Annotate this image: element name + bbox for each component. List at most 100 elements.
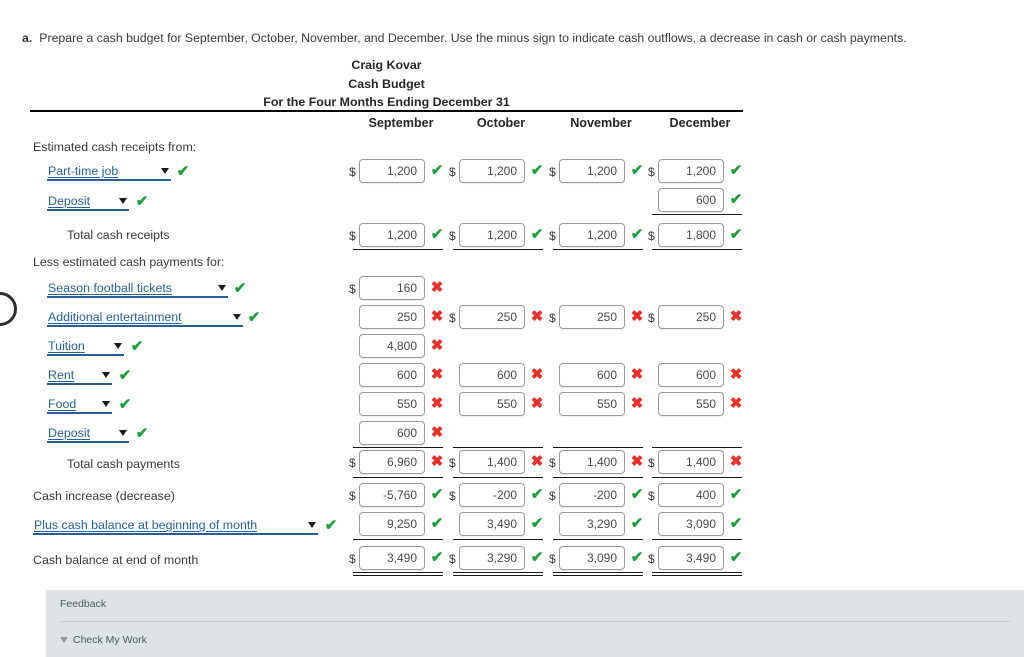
status-icon-correct: ✔ — [729, 515, 743, 532]
currency-symbol: $ — [449, 552, 456, 566]
select-tuition[interactable]: Tuition — [47, 337, 124, 356]
total-payments-rule-september — [353, 477, 443, 478]
column-header-november: November — [570, 116, 632, 130]
input-part-time-job-september[interactable] — [359, 159, 425, 183]
input-plus-cash-balance-november[interactable] — [559, 512, 625, 536]
input-additional-entertainment-december[interactable] — [658, 305, 724, 329]
pre-final-rule-september — [353, 539, 443, 540]
input-food-november[interactable] — [559, 392, 625, 416]
input-part-time-job-december[interactable] — [658, 159, 724, 183]
status-icon-incorrect: ✖ — [430, 424, 444, 441]
final-double-rule-november — [553, 572, 643, 576]
input-total-receipts-october[interactable] — [459, 223, 525, 247]
input-rent-november[interactable] — [559, 363, 625, 387]
status-icon-incorrect: ✖ — [729, 453, 743, 470]
input-food-september[interactable] — [359, 392, 425, 416]
status-icon-incorrect: ✖ — [729, 366, 743, 383]
currency-symbol: $ — [349, 489, 356, 503]
input-deposit-receipt-december[interactable] — [658, 188, 724, 212]
input-tuition-september[interactable] — [359, 334, 425, 358]
currency-symbol: $ — [449, 229, 456, 243]
status-icon-correct: ✔ — [530, 162, 544, 179]
status-icon-correct: ✔ — [430, 486, 444, 503]
input-total-payments-november[interactable] — [559, 450, 625, 474]
input-plus-cash-balance-september[interactable] — [359, 512, 425, 536]
currency-symbol: $ — [648, 165, 655, 179]
input-deposit-payment-september[interactable] — [359, 421, 425, 445]
input-cash-increase-september[interactable] — [359, 483, 425, 507]
total-cash-receipts-label: Total cash receipts — [67, 228, 170, 242]
select-deposit-receipt[interactable]: Deposit — [47, 192, 129, 211]
pre-final-rule-october — [453, 539, 543, 540]
status-icon-incorrect: ✖ — [530, 395, 544, 412]
input-total-receipts-september[interactable] — [359, 223, 425, 247]
select-food[interactable]: Food — [47, 395, 112, 414]
status-icon-correct: ✔ — [530, 486, 544, 503]
input-additional-entertainment-november[interactable] — [559, 305, 625, 329]
input-total-payments-september[interactable] — [359, 450, 425, 474]
input-part-time-job-november[interactable] — [559, 159, 625, 183]
input-total-receipts-december[interactable] — [658, 223, 724, 247]
select-part-time-job[interactable]: Part-time job — [47, 162, 171, 181]
status-icon-correct: ✔ — [430, 162, 444, 179]
input-cash-increase-december[interactable] — [658, 483, 724, 507]
subtotal-rule-payments-september — [353, 447, 443, 448]
currency-symbol: $ — [349, 456, 356, 470]
currency-symbol: $ — [449, 489, 456, 503]
feedback-title: Feedback — [60, 598, 107, 610]
select-plus-cash-balance[interactable]: Plus cash balance at beginning of month — [33, 516, 318, 535]
select-rent[interactable]: Rent — [47, 366, 112, 385]
input-total-receipts-november[interactable] — [559, 223, 625, 247]
input-cash-end-october[interactable] — [459, 546, 525, 570]
currency-symbol: $ — [349, 229, 356, 243]
select-additional-entertainment[interactable]: Additional entertainment — [47, 308, 243, 327]
subtotal-rule-payments-december — [652, 447, 742, 448]
input-rent-december[interactable] — [658, 363, 724, 387]
input-additional-entertainment-october[interactable] — [459, 305, 525, 329]
status-icon-incorrect: ✖ — [430, 366, 444, 383]
status-icon-correct: ✔ — [630, 515, 644, 532]
select-deposit-payment[interactable]: Deposit — [47, 424, 129, 443]
input-total-payments-october[interactable] — [459, 450, 525, 474]
chevron-down-icon — [161, 168, 169, 174]
select-tuition-value: Tuition — [48, 339, 85, 353]
currency-symbol: $ — [449, 456, 456, 470]
input-rent-october[interactable] — [459, 363, 525, 387]
select-season-football-tickets-value: Season football tickets — [48, 281, 172, 295]
total-rule-october — [453, 249, 543, 250]
status-icon-correct: ✔ — [430, 226, 444, 243]
chevron-down-icon — [114, 343, 122, 349]
input-total-payments-december[interactable] — [658, 450, 724, 474]
input-additional-entertainment-september[interactable] — [359, 305, 425, 329]
chevron-down-icon — [218, 285, 226, 291]
input-season-football-september[interactable] — [359, 276, 425, 300]
collapse-triangle-icon[interactable] — [60, 637, 68, 643]
check-my-work-button[interactable]: Check My Work — [73, 634, 147, 646]
input-plus-cash-balance-december[interactable] — [658, 512, 724, 536]
input-cash-increase-october[interactable] — [459, 483, 525, 507]
status-icon-correct: ✔ — [530, 549, 544, 566]
input-food-october[interactable] — [459, 392, 525, 416]
total-payments-rule-november — [553, 477, 643, 478]
input-rent-september[interactable] — [359, 363, 425, 387]
final-double-rule-december — [652, 572, 742, 576]
final-double-rule-september — [353, 572, 443, 576]
pre-final-rule-november — [553, 539, 643, 540]
status-icon-correct: ✔ — [630, 162, 644, 179]
input-cash-end-december[interactable] — [658, 546, 724, 570]
input-cash-end-november[interactable] — [559, 546, 625, 570]
currency-symbol: $ — [549, 311, 556, 325]
input-cash-increase-november[interactable] — [559, 483, 625, 507]
input-cash-end-september[interactable] — [359, 546, 425, 570]
feedback-panel: Feedback Check My Work — [46, 590, 1024, 657]
input-part-time-job-october[interactable] — [459, 159, 525, 183]
input-food-december[interactable] — [658, 392, 724, 416]
column-header-september: September — [368, 116, 434, 130]
column-header-october: October — [476, 116, 526, 130]
decorative-circle — [0, 292, 17, 326]
status-icon-incorrect: ✖ — [630, 453, 644, 470]
input-plus-cash-balance-october[interactable] — [459, 512, 525, 536]
select-rent-value: Rent — [48, 368, 75, 382]
chevron-down-icon — [102, 401, 110, 407]
select-season-football-tickets[interactable]: Season football tickets — [47, 279, 228, 298]
